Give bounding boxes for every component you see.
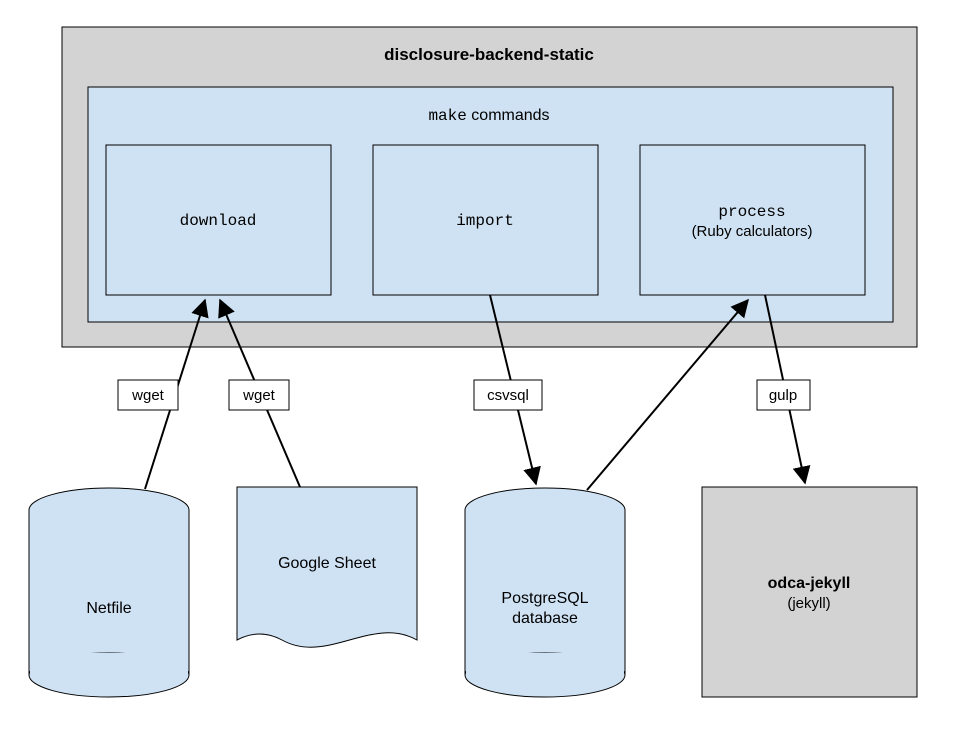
download-label: download [180, 212, 257, 230]
edge-label-gulp: gulp [757, 380, 810, 410]
netfile-label: Netfile [86, 600, 131, 617]
process-label-line2: (Ruby calculators) [692, 223, 813, 240]
process-label-line1: process [718, 203, 785, 221]
googlesheet-doc: Google Sheet [237, 487, 417, 647]
commands-title: make commands [428, 107, 549, 125]
architecture-diagram: disclosure-backend-static make commands … [0, 0, 974, 752]
googlesheet-label: Google Sheet [278, 555, 376, 572]
svg-text:gulp: gulp [769, 387, 797, 404]
postgres-cylinder: PostgreSQL database [465, 488, 625, 697]
edge-label-csvsql: csvsql [474, 380, 542, 410]
svg-text:csvsql: csvsql [487, 387, 529, 404]
svg-text:wget: wget [242, 387, 276, 404]
edge-label-wget1: wget [118, 380, 178, 410]
import-label: import [456, 212, 514, 230]
jekyll-label-line1: odca-jekyll [768, 575, 851, 592]
edge-label-wget2: wget [229, 380, 289, 410]
jekyll-label-line2: (jekyll) [787, 595, 830, 612]
outer-box-title: disclosure-backend-static [384, 45, 594, 64]
postgres-label-line2: database [512, 610, 578, 627]
jekyll-box [702, 487, 917, 697]
svg-text:wget: wget [131, 387, 165, 404]
postgres-label-line1: PostgreSQL [501, 590, 588, 607]
netfile-cylinder: Netfile [29, 488, 189, 697]
